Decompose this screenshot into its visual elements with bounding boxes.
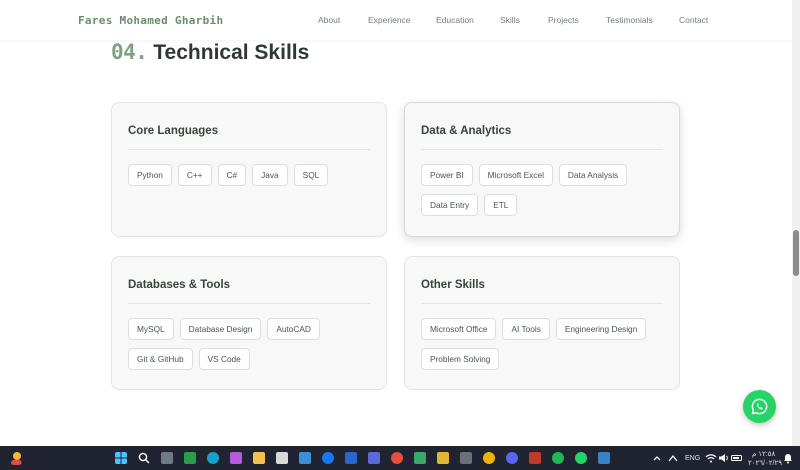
whatsapp-icon — [751, 398, 768, 415]
section-number: 04. — [111, 40, 148, 64]
skill-tag-problem-solving: Problem Solving — [421, 348, 500, 370]
skill-tag-microsoft-office: Microsoft Office — [421, 318, 497, 340]
chrome-icon[interactable] — [483, 452, 495, 464]
paint-icon[interactable] — [598, 452, 610, 464]
windows-start-icon[interactable] — [115, 452, 127, 464]
file-explorer-icon[interactable] — [253, 452, 265, 464]
clock-time[interactable]: ١٢:٥٨ م — [752, 450, 775, 458]
skill-tag-power-bi: Power BI — [421, 164, 473, 186]
skill-card-core-languages: Core Languages Python C++ C# Java SQL — [111, 102, 387, 237]
mail-icon[interactable] — [299, 452, 311, 464]
card-title: Data & Analytics — [421, 125, 512, 137]
section-heading: 04. Technical Skills — [111, 40, 309, 65]
app-icon[interactable] — [437, 452, 449, 464]
nav-link-testimonials[interactable]: Testimonials — [606, 15, 653, 25]
skill-tag-engineering-design: Engineering Design — [555, 318, 647, 340]
windows-taskbar: ENG ١٢:٥٨ م ٢٠٢٦/٠٢/٢٩ — [0, 446, 800, 470]
card-title: Databases & Tools — [128, 279, 231, 291]
teams-icon[interactable] — [368, 452, 380, 464]
skill-card-other-skills: Other Skills Microsoft Office AI Tools E… — [404, 256, 680, 390]
nav-link-about[interactable]: About — [318, 15, 340, 25]
card-divider — [421, 303, 663, 304]
tag-list: Power BI Microsoft Excel Data Analysis D… — [421, 164, 665, 216]
copilot-icon[interactable] — [230, 452, 242, 464]
skill-tag-sql: SQL — [293, 164, 329, 186]
language-indicator[interactable]: ENG — [685, 455, 700, 462]
skill-tag-data-analysis: Data Analysis — [558, 164, 628, 186]
skill-tag-etl: ETL — [484, 194, 518, 216]
skill-tag-csharp: C# — [217, 164, 247, 186]
whatsapp-chat-button[interactable] — [743, 390, 776, 423]
volume-icon[interactable] — [718, 452, 730, 464]
skill-tag-ai-tools: AI Tools — [502, 318, 550, 340]
card-divider — [128, 149, 370, 150]
skill-card-databases-tools: Databases & Tools MySQL Database Design … — [111, 256, 387, 390]
skill-tag-database-design: Database Design — [179, 318, 262, 340]
facebook-icon[interactable] — [322, 452, 334, 464]
chrome-alt-icon[interactable] — [391, 452, 403, 464]
skill-tag-java: Java — [252, 164, 288, 186]
clock-date[interactable]: ٢٠٢٦/٠٢/٢٩ — [748, 459, 782, 467]
onenote-icon[interactable] — [529, 452, 541, 464]
scrollbar-thumb[interactable] — [793, 230, 799, 276]
skill-tag-mysql: MySQL — [128, 318, 174, 340]
notepad-icon[interactable] — [276, 452, 288, 464]
skill-tag-cpp: C++ — [177, 164, 212, 186]
nav-link-skills[interactable]: Skills — [500, 15, 520, 25]
tag-list: Microsoft Office AI Tools Engineering De… — [421, 318, 665, 370]
google-drive-icon[interactable] — [184, 452, 196, 464]
spotify-icon[interactable] — [552, 452, 564, 464]
top-navbar: Fares Mohamed Gharbih About Experience E… — [0, 0, 792, 40]
nav-link-experience[interactable]: Experience — [368, 15, 411, 25]
discord-icon[interactable] — [506, 452, 518, 464]
notification-off-icon[interactable] — [667, 452, 679, 464]
tag-list: MySQL Database Design AutoCAD Git & GitH… — [128, 318, 372, 370]
notification-bell-icon[interactable] — [782, 452, 794, 464]
skill-card-data-analytics: Data & Analytics Power BI Microsoft Exce… — [404, 102, 680, 237]
card-title: Other Skills — [421, 279, 485, 291]
search-icon[interactable] — [138, 452, 150, 464]
skill-tag-git-github: Git & GitHub — [128, 348, 193, 370]
card-divider — [128, 303, 370, 304]
wifi-icon[interactable] — [705, 452, 717, 464]
card-title: Core Languages — [128, 125, 219, 137]
chevron-up-icon[interactable] — [651, 452, 663, 464]
whatsapp-taskbar-icon[interactable] — [575, 452, 587, 464]
card-divider — [421, 149, 663, 150]
nav-link-projects[interactable]: Projects — [548, 15, 579, 25]
battery-icon[interactable] — [731, 452, 743, 464]
page-scrollbar[interactable] — [792, 0, 800, 446]
skill-tag-autocad: AutoCAD — [267, 318, 320, 340]
nav-link-contact[interactable]: Contact — [679, 15, 708, 25]
skill-tag-data-entry: Data Entry — [421, 194, 479, 216]
calculator-icon[interactable] — [460, 452, 472, 464]
word-icon[interactable] — [345, 452, 357, 464]
skill-tag-python: Python — [128, 164, 172, 186]
task-view-icon[interactable] — [161, 452, 173, 464]
weather-icon[interactable] — [8, 450, 24, 466]
skill-tag-vs-code: VS Code — [198, 348, 250, 370]
tag-list: Python C++ C# Java SQL — [128, 164, 372, 186]
skill-tag-microsoft-excel: Microsoft Excel — [478, 164, 553, 186]
site-logo[interactable]: Fares Mohamed Gharbih — [78, 14, 223, 27]
nav-link-education[interactable]: Education — [436, 15, 474, 25]
section-title: Technical Skills — [153, 41, 310, 64]
excel-icon[interactable] — [414, 452, 426, 464]
edge-browser-icon[interactable] — [207, 452, 219, 464]
